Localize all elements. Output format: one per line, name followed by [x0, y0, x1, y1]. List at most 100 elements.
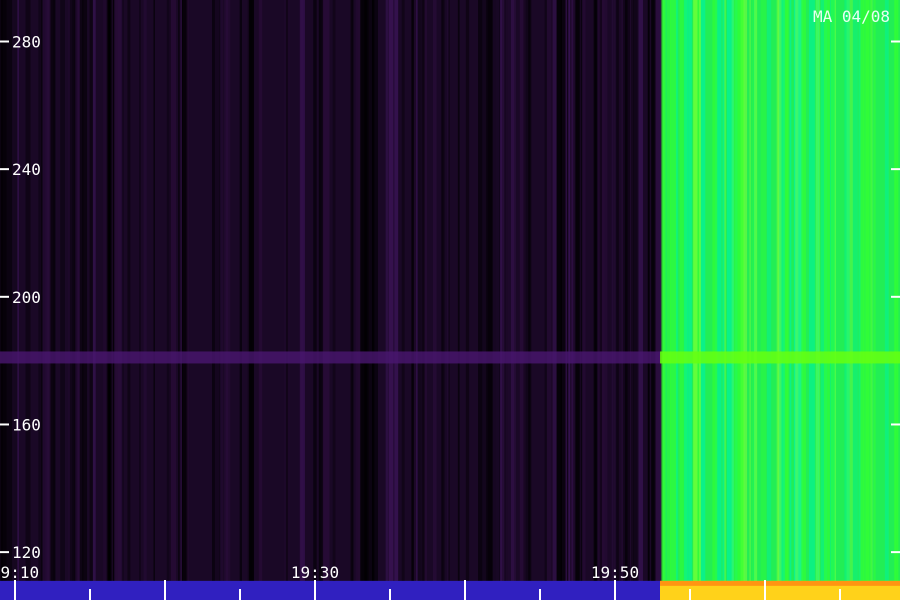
- texture-streak: [49, 0, 56, 600]
- texture-streak: [546, 0, 552, 600]
- texture-streak: [441, 0, 445, 600]
- texture-streak: [394, 0, 399, 600]
- texture-streak: [630, 0, 634, 600]
- texture-streak: [285, 0, 289, 600]
- texture-streak: [698, 0, 701, 600]
- texture-streak: [864, 0, 870, 600]
- texture-gap: [360, 0, 378, 600]
- texture-streak: [679, 0, 684, 600]
- texture-streak: [552, 0, 557, 600]
- texture-streak: [734, 0, 739, 600]
- texture-gap: [212, 0, 220, 600]
- texture-streak: [800, 0, 806, 600]
- x-tick-label: 19:30: [291, 563, 339, 582]
- texture-streak: [797, 0, 802, 600]
- texture-streak: [852, 0, 858, 600]
- texture-streak: [894, 0, 897, 600]
- texture-streak: [239, 0, 242, 600]
- texture-streak: [77, 0, 80, 600]
- y-tick-label: 240: [12, 160, 41, 179]
- texture-streak: [511, 0, 516, 600]
- texture-streak: [737, 0, 744, 600]
- y-tick-label: 280: [12, 32, 41, 51]
- texture-streak: [465, 0, 470, 600]
- texture-streak: [332, 0, 336, 600]
- texture-streak: [594, 0, 597, 600]
- texture-streak: [417, 0, 425, 600]
- texture-streak: [884, 0, 889, 600]
- texture-streak: [401, 0, 405, 600]
- texture-streak: [669, 0, 677, 600]
- texture-streak: [731, 0, 734, 600]
- texture-streak: [322, 0, 330, 600]
- texture-streak: [121, 0, 124, 600]
- texture-streak: [68, 0, 70, 600]
- texture-streak: [139, 0, 141, 600]
- texture-streak: [654, 0, 661, 600]
- texture-streak: [47, 0, 51, 600]
- texture-streak: [166, 0, 171, 600]
- texture-streak: [712, 0, 718, 600]
- texture-streak: [103, 0, 108, 600]
- texture-streak: [388, 0, 394, 600]
- texture-streak: [683, 0, 689, 600]
- bottom-band-edge: [660, 580, 900, 586]
- texture-streak: [754, 0, 758, 600]
- texture-streak: [178, 0, 181, 600]
- texture-streak: [72, 0, 74, 600]
- y-tick-label: 200: [12, 288, 41, 307]
- texture-streak: [112, 0, 115, 600]
- y-tick-label: 120: [12, 543, 41, 562]
- texture-streak: [766, 0, 772, 600]
- texture-streak: [622, 0, 628, 600]
- texture-streak: [834, 0, 836, 600]
- texture-streak: [73, 0, 76, 600]
- texture-streak: [432, 0, 437, 600]
- texture-streak: [776, 0, 782, 600]
- texture-gap: [478, 0, 500, 600]
- texture-streak: [457, 0, 460, 600]
- texture-streak: [153, 0, 155, 600]
- texture-streak: [661, 0, 666, 600]
- texture-gap: [0, 0, 13, 600]
- texture-streak: [560, 0, 566, 600]
- texture-streak: [351, 0, 354, 600]
- texture-streak: [808, 0, 815, 600]
- texture-streak: [815, 0, 819, 600]
- texture-streak: [224, 0, 231, 600]
- texture-streak: [688, 0, 692, 600]
- texture-streak: [186, 0, 189, 600]
- band-high: [660, 351, 900, 364]
- texture-streak: [870, 0, 874, 600]
- texture-streak: [568, 0, 571, 600]
- texture-streak: [60, 0, 65, 600]
- texture-streak: [92, 0, 96, 600]
- texture-streak: [647, 0, 650, 600]
- texture-streak: [258, 0, 263, 600]
- texture-streak: [611, 0, 617, 600]
- texture-streak: [793, 0, 798, 600]
- texture-streak: [651, 0, 656, 600]
- texture-streak: [42, 0, 47, 600]
- texture-streak: [181, 0, 183, 600]
- texture-streak: [601, 0, 608, 600]
- texture-streak: [318, 0, 322, 600]
- spectrogram-chart: 280 240 200 160 120 19:10 19:30 19:50 MA 04/08: [0, 0, 900, 600]
- texture-streak: [722, 0, 725, 600]
- texture-streak: [127, 0, 131, 600]
- texture-streak: [114, 0, 121, 600]
- texture-streak: [107, 0, 110, 600]
- texture-streak: [789, 0, 792, 600]
- texture-streak: [79, 0, 84, 600]
- texture-streak: [143, 0, 147, 600]
- texture-streak: [599, 0, 603, 600]
- station-label: MA 04/08: [813, 7, 890, 26]
- texture-streak: [873, 0, 876, 600]
- texture-streak: [632, 0, 639, 600]
- texture-streak: [844, 0, 850, 600]
- texture-streak: [249, 0, 255, 600]
- texture-streak: [761, 0, 767, 600]
- texture-streak: [505, 0, 510, 600]
- texture-streak: [109, 0, 112, 600]
- texture-streak: [824, 0, 830, 600]
